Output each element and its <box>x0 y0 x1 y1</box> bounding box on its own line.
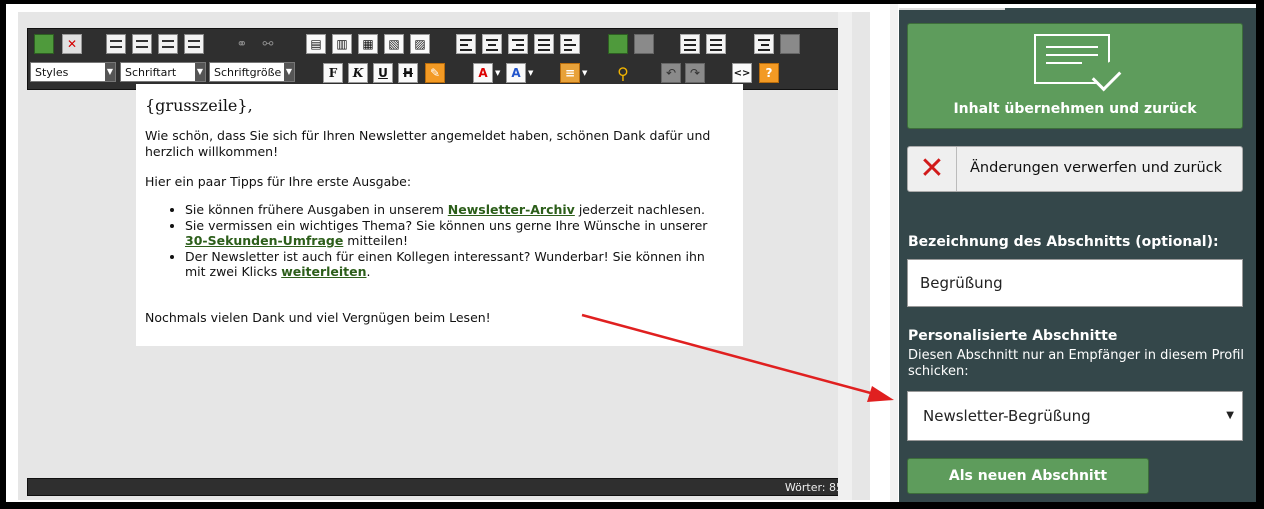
profile-select-value: Newsletter-Begrüßung <box>923 407 1091 425</box>
remove-format-icon[interactable]: ✎ <box>425 63 445 83</box>
list-item-text: jederzeit nachlesen. <box>574 202 705 217</box>
tips-heading: Hier ein paar Tipps für Ihre erste Ausga… <box>145 174 412 189</box>
new-document-icon[interactable] <box>106 34 126 54</box>
section-name-input[interactable] <box>907 259 1243 307</box>
insert-condition-icon[interactable]: ▨ <box>410 34 430 54</box>
list-item-text: Sie können frühere Ausgaben in unserem <box>185 202 448 217</box>
settings-panel: Inhalt übernehmen und zurück ✕ Änderunge… <box>899 8 1256 502</box>
chevron-down-icon: ▼ <box>1226 410 1234 421</box>
insert-text-block-icon[interactable]: ▦ <box>358 34 378 54</box>
font-size-select-value: Schriftgröße <box>214 66 282 79</box>
bold-button[interactable]: F <box>323 63 343 83</box>
section-name-label: Bezeichnung des Abschnitts (optional): <box>908 234 1219 250</box>
editor-toolbar: ✕ ⚭ ⚯ ▤ ▥ ▦ ▧ ▨ Styles ▼ Schriftart ▼ Sc… <box>27 28 850 90</box>
closing-paragraph: Nochmals vielen Dank und viel Vergnügen … <box>145 310 491 325</box>
chevron-down-icon[interactable]: ▼ <box>495 69 500 77</box>
redo-icon[interactable]: ↷ <box>685 63 705 83</box>
chevron-down-icon[interactable]: ▼ <box>528 69 533 77</box>
editor-area: ✕ ⚭ ⚯ ▤ ▥ ▦ ▧ ▨ Styles ▼ Schriftart ▼ Sc… <box>18 12 870 500</box>
accept-icon[interactable] <box>34 34 54 54</box>
styles-select[interactable]: Styles ▼ <box>30 62 116 82</box>
outdent-icon[interactable] <box>780 34 800 54</box>
paste-word-icon[interactable] <box>184 34 204 54</box>
insert-salutation-icon[interactable]: ▥ <box>332 34 352 54</box>
numbered-list-icon[interactable] <box>706 34 726 54</box>
line-height-icon[interactable]: ≡ <box>560 63 580 83</box>
forward-link[interactable]: weiterleiten <box>281 264 366 279</box>
word-count: Wörter: 85 <box>784 481 843 494</box>
align-left-icon[interactable] <box>456 34 476 54</box>
undo-icon[interactable]: ↶ <box>661 63 681 83</box>
strikethrough-button[interactable]: H <box>398 63 418 83</box>
intro-paragraph: Wie schön, dass Sie sich für Ihren Newsl… <box>145 128 711 159</box>
personalized-sections-hint: Diesen Abschnitt nur an Empfänger in die… <box>908 348 1245 379</box>
list-item: Sie vermissen ein wichtiges Thema? Sie k… <box>185 218 725 249</box>
discard-changes-label: Änderungen verwerfen und zurück <box>970 160 1223 176</box>
insert-personalization-icon[interactable]: ▧ <box>384 34 404 54</box>
align-right-icon[interactable] <box>508 34 528 54</box>
screenshot-canvas: ✕ ⚭ ⚯ ▤ ▥ ▦ ▧ ▨ Styles ▼ Schriftart ▼ Sc… <box>6 4 1256 502</box>
list-item-text: . <box>366 264 371 279</box>
insert-field-icon[interactable]: ▤ <box>306 34 326 54</box>
underline-button[interactable]: U <box>373 63 393 83</box>
font-select-value: Schriftart <box>125 66 177 79</box>
save-as-new-section-button[interactable]: Als neuen Abschnitt speichern <box>907 458 1149 494</box>
paragraph-format-icon[interactable] <box>560 34 580 54</box>
tips-list: Sie können frühere Ausgaben in unserem N… <box>145 202 725 280</box>
list-item-text: mitteilen! <box>343 233 409 248</box>
chevron-down-icon[interactable]: ▼ <box>582 69 587 77</box>
list-item: Sie können frühere Ausgaben in unserem N… <box>185 202 725 218</box>
panel-divider <box>890 4 898 502</box>
profile-select[interactable]: Newsletter-Begrüßung ▼ <box>907 391 1243 441</box>
search-icon[interactable]: ⚲ <box>613 63 633 83</box>
link-icon[interactable]: ⚭ <box>232 34 252 54</box>
help-button[interactable]: ? <box>759 63 779 83</box>
newsletter-archive-link[interactable]: Newsletter-Archiv <box>448 202 575 217</box>
bullet-list-icon[interactable] <box>680 34 700 54</box>
align-center-icon[interactable] <box>482 34 502 54</box>
align-justify-icon[interactable] <box>534 34 554 54</box>
image-settings-icon[interactable] <box>634 34 654 54</box>
source-code-button[interactable]: <> <box>732 63 752 83</box>
paste-text-icon[interactable] <box>158 34 178 54</box>
panel-top-line <box>899 8 1005 10</box>
list-item: Der Newsletter ist auch für einen Kolleg… <box>185 249 725 280</box>
font-size-select[interactable]: Schriftgröße ▼ <box>209 62 295 82</box>
unlink-icon[interactable]: ⚯ <box>258 34 278 54</box>
indent-icon[interactable] <box>754 34 774 54</box>
discard-changes-button[interactable]: ✕ Änderungen verwerfen und zurück <box>907 146 1243 192</box>
editor-scrollbar[interactable] <box>838 12 852 500</box>
chevron-down-icon: ▼ <box>105 63 115 81</box>
list-item-text: Sie vermissen ein wichtiges Thema? Sie k… <box>185 217 708 233</box>
font-select[interactable]: Schriftart ▼ <box>120 62 206 82</box>
greeting-placeholder: {grusszeile}, <box>145 96 253 115</box>
styles-select-value: Styles <box>35 66 69 79</box>
list-item-text: Der Newsletter ist auch für einen Kolleg… <box>185 248 705 280</box>
font-color-button[interactable]: A <box>473 63 493 83</box>
personalized-sections-label: Personalisierte Abschnitte <box>908 328 1118 344</box>
status-bar: Wörter: 85 <box>27 478 848 496</box>
insert-image-icon[interactable] <box>608 34 628 54</box>
apply-content-button[interactable]: Inhalt übernehmen und zurück <box>907 23 1243 129</box>
reject-icon[interactable]: ✕ <box>62 34 82 54</box>
paste-icon[interactable] <box>132 34 152 54</box>
chevron-down-icon: ▼ <box>284 63 294 81</box>
survey-link[interactable]: 30-Sekunden-Umfrage <box>185 233 343 248</box>
italic-button[interactable]: K <box>348 63 368 83</box>
chevron-down-icon: ▼ <box>195 63 205 81</box>
close-icon: ✕ <box>908 147 957 191</box>
background-color-icon[interactable]: A <box>506 63 526 83</box>
document-content[interactable]: {grusszeile}, Wie schön, dass Sie sich f… <box>136 84 743 346</box>
apply-content-label: Inhalt übernehmen und zurück <box>953 101 1197 117</box>
